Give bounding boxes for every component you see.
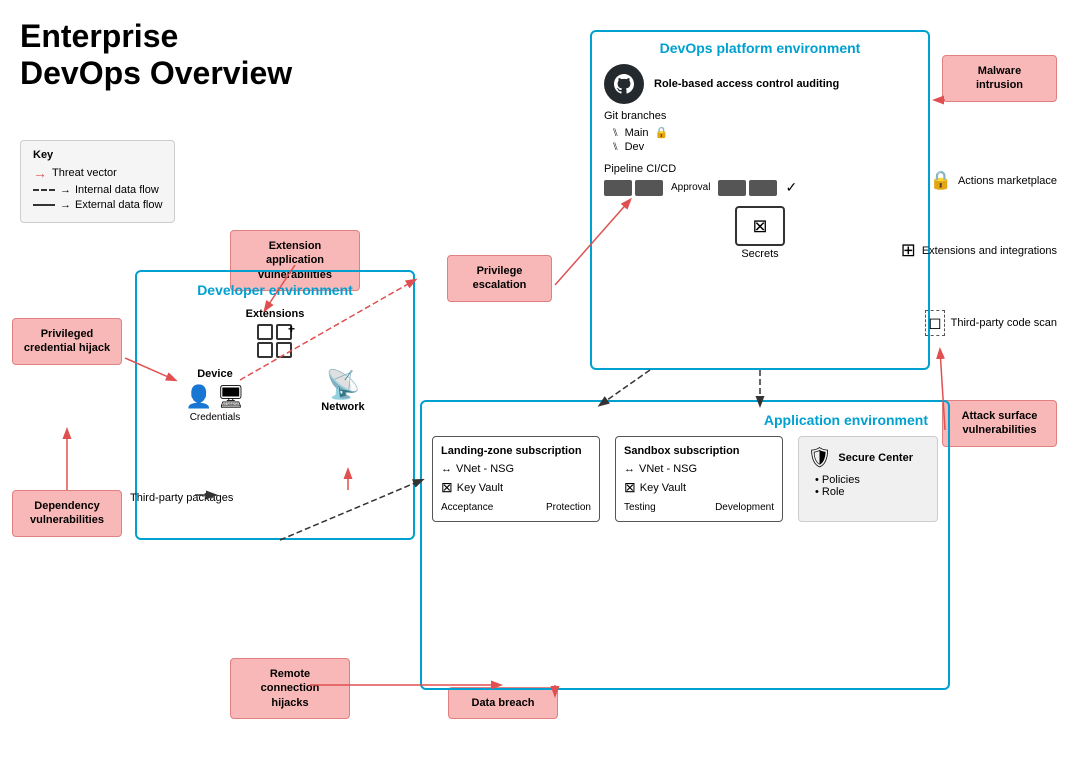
legend-external: → External data flow bbox=[33, 199, 162, 211]
extensions-icon: + bbox=[257, 324, 293, 358]
threat-data-breach: Data breach bbox=[448, 687, 558, 719]
secrets-section: ⊠ Secrets bbox=[604, 206, 916, 260]
threat-remote-connection: Remote connection hijacks bbox=[230, 658, 350, 719]
sandbox-keyvault-icon: ⊠ bbox=[624, 479, 636, 496]
shield-icon: 🛡 bbox=[807, 445, 832, 470]
sandbox-labels: Testing Development bbox=[624, 502, 774, 513]
network-section: 📡 Network bbox=[321, 368, 364, 423]
pipeline-section: Pipeline CI/CD Approval ✓ bbox=[604, 163, 916, 196]
threat-arrow-icon: → bbox=[33, 165, 47, 181]
git-dev: ⑊ Dev bbox=[612, 141, 916, 153]
device-section: Device 👤 🖥 Credentials bbox=[185, 368, 244, 423]
pipeline-steps bbox=[604, 180, 663, 196]
secure-center-header: 🛡 Secure Center bbox=[807, 445, 929, 470]
person-icon: 👤 bbox=[185, 384, 212, 410]
threat-attack-surface: Attack surface vulnerabilities bbox=[942, 400, 1057, 447]
device-icons: 👤 🖥 bbox=[185, 384, 244, 410]
threat-privileged-credential: Privileged credential hijack bbox=[12, 318, 122, 365]
network-icon: 📡 bbox=[321, 368, 364, 401]
rbac-section: Role-based access control auditing bbox=[604, 64, 916, 104]
app-env-title: Application environment bbox=[432, 412, 938, 428]
third-party-scan-label: ◻ Third-party code scan bbox=[925, 310, 1057, 336]
legend-title: Key bbox=[33, 149, 162, 161]
page-title: Enterprise DevOps Overview bbox=[20, 18, 292, 92]
secure-center-box: 🛡 Secure Center • Policies • Role bbox=[798, 436, 938, 522]
legend-box: Key → Threat vector → Internal data flow… bbox=[20, 140, 175, 223]
landing-vnet: ↔ VNet - NSG bbox=[441, 463, 591, 475]
actions-marketplace-label: 🔒 Actions marketplace bbox=[930, 170, 1057, 191]
dashed-line-icon bbox=[33, 189, 55, 191]
legend-threat: → Threat vector bbox=[33, 165, 162, 181]
application-environment: Application environment Landing-zone sub… bbox=[420, 400, 950, 690]
third-party-packages: Third-party packages bbox=[130, 492, 233, 504]
legend-internal: → Internal data flow bbox=[33, 184, 162, 196]
github-icon bbox=[604, 64, 644, 104]
landing-keyvault: ⊠ Key Vault bbox=[441, 479, 591, 496]
extensions-int-icon: ⊞ bbox=[901, 240, 916, 261]
sandbox-box: Sandbox subscription ↔ VNet - NSG ⊠ Key … bbox=[615, 436, 783, 522]
devops-env-title: DevOps platform environment bbox=[604, 40, 916, 56]
git-branches-label: Git branches bbox=[604, 110, 916, 122]
device-network-row: Device 👤 🖥 Credentials 📡 Network bbox=[147, 368, 403, 423]
threat-dependency: Dependency vulnerabilities bbox=[12, 490, 122, 537]
sandbox-keyvault: ⊠ Key Vault bbox=[624, 479, 774, 496]
devops-environment: DevOps platform environment Role-based a… bbox=[590, 30, 930, 370]
developer-env-title: Developer environment bbox=[147, 282, 403, 298]
secrets-icon: ⊠ bbox=[735, 206, 785, 246]
secure-center-items: • Policies • Role bbox=[807, 474, 929, 498]
sandbox-vnet: ↔ VNet - NSG bbox=[624, 463, 774, 475]
actions-icon: 🔒 bbox=[930, 170, 952, 191]
landing-zone-box: Landing-zone subscription ↔ VNet - NSG ⊠… bbox=[432, 436, 600, 522]
extensions-integrations-label: ⊞ Extensions and integrations bbox=[901, 240, 1057, 261]
solid-line-icon bbox=[33, 204, 55, 206]
scan-icon: ◻ bbox=[925, 310, 944, 336]
threat-malware: Malware intrusion bbox=[942, 55, 1057, 102]
keyvault-icon: ⊠ bbox=[441, 479, 453, 496]
git-main: ⑊ Main 🔒 bbox=[612, 126, 916, 139]
landing-labels: Acceptance Protection bbox=[441, 502, 591, 513]
threat-privilege-escalation: Privilege escalation bbox=[447, 255, 552, 302]
monitor-icon: 🖥 bbox=[217, 384, 245, 410]
extensions-section: Extensions + bbox=[147, 308, 403, 358]
